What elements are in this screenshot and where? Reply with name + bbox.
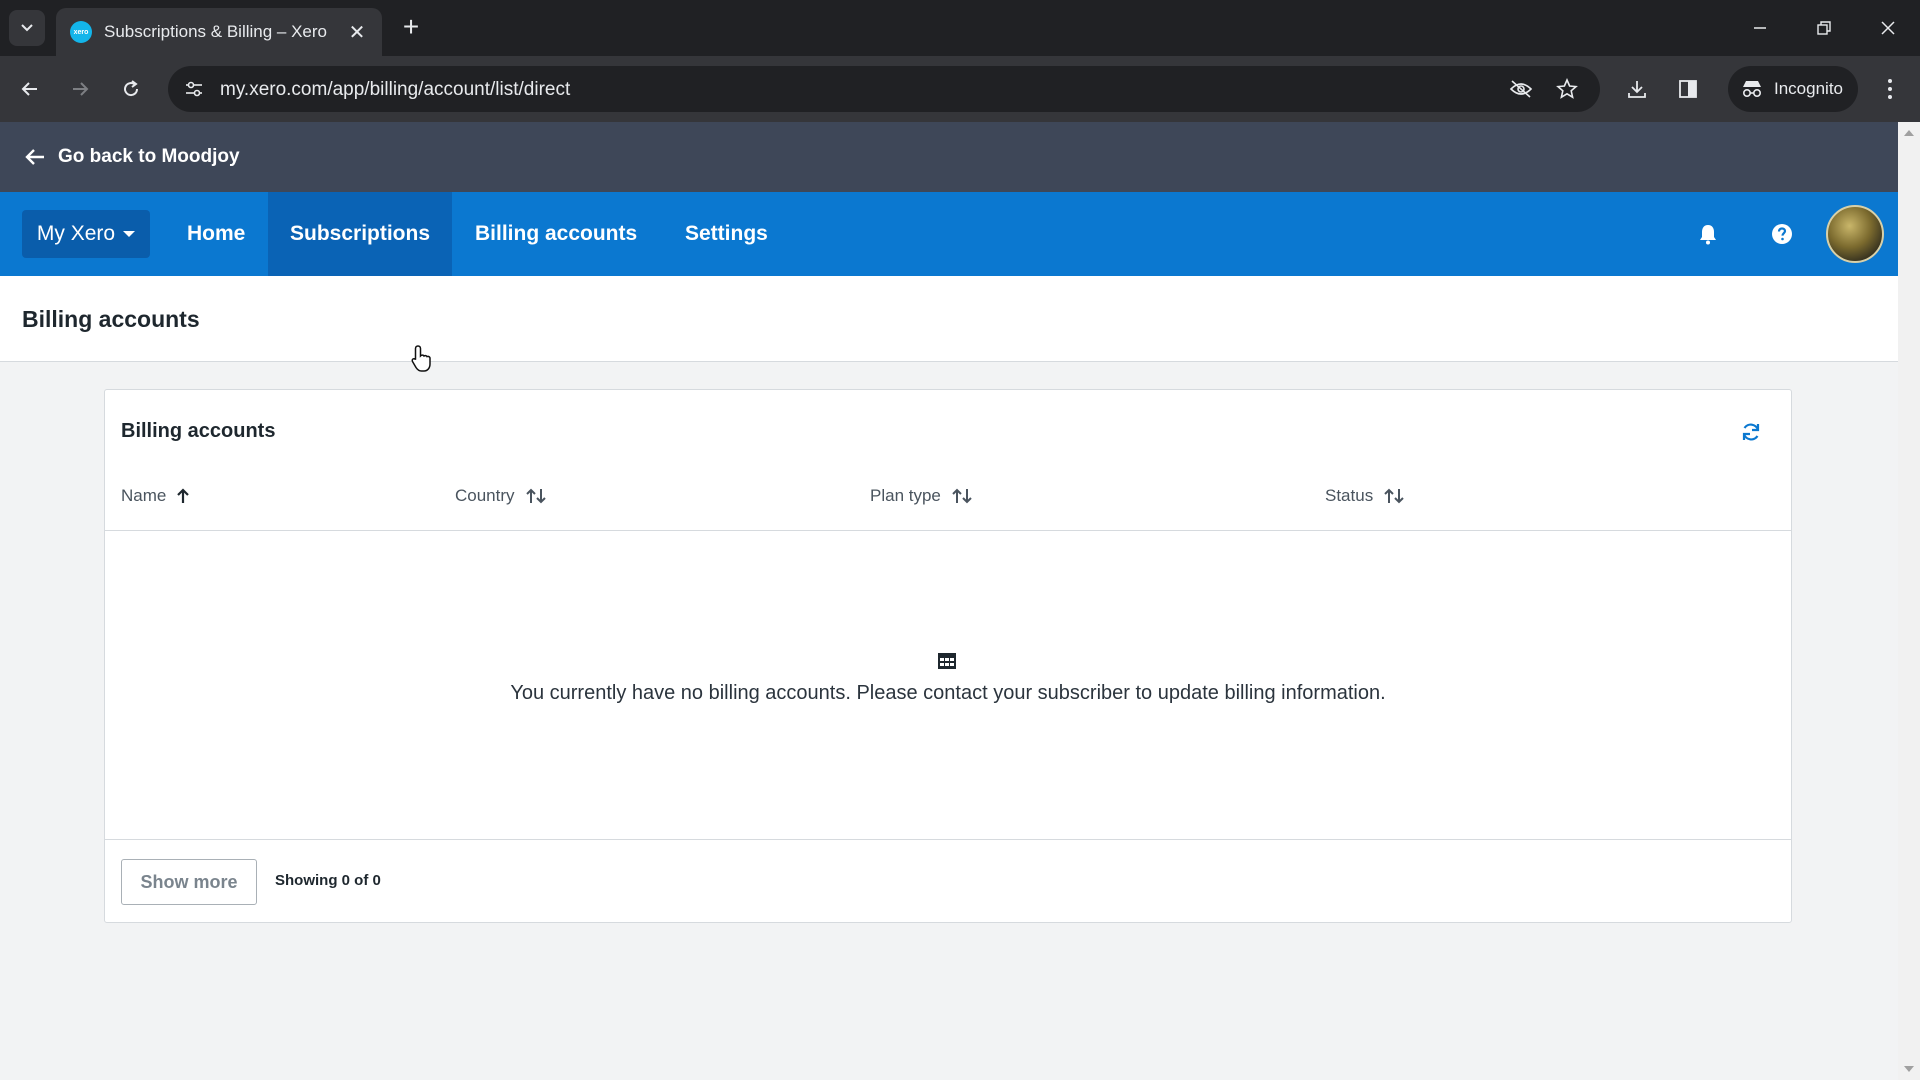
page-header: Billing accounts (0, 276, 1898, 362)
forward-arrow-icon[interactable] (62, 71, 98, 107)
caret-down-icon (123, 231, 136, 237)
star-bookmark-icon[interactable] (1553, 75, 1581, 103)
new-tab-plus-icon[interactable]: + (396, 12, 426, 42)
pagination-count: Showing 0 of 0 (275, 872, 381, 889)
user-avatar[interactable] (1826, 205, 1884, 263)
chevron-down-icon (21, 24, 33, 32)
scroll-down-arrow-icon[interactable] (1904, 1066, 1914, 1072)
url-text: my.xero.com/app/billing/account/list/dir… (220, 79, 571, 100)
column-header-name[interactable]: Name (121, 486, 190, 506)
window-minimize-icon[interactable] (1740, 10, 1780, 46)
window-close-icon[interactable] (1868, 10, 1908, 46)
site-info-icon[interactable] (180, 75, 208, 103)
tab-close-icon[interactable]: ✕ (346, 20, 368, 45)
browser-tab-active[interactable]: xero Subscriptions & Billing – Xero ✕ (56, 8, 382, 56)
my-xero-label: My Xero (36, 222, 116, 245)
column-label: Name (121, 486, 167, 505)
browser-tab-strip: xero Subscriptions & Billing – Xero ✕ + (0, 0, 1920, 56)
my-xero-menu[interactable]: My Xero (22, 210, 150, 258)
download-icon[interactable] (1620, 72, 1654, 106)
address-bar[interactable]: my.xero.com/app/billing/account/list/dir… (168, 66, 1600, 112)
main-nav: My Xero Home Subscriptions Billing accou… (0, 192, 1898, 276)
hand-pointer-cursor-icon (411, 345, 431, 372)
nav-home[interactable]: Home (165, 192, 267, 276)
nav-settings[interactable]: Settings (663, 192, 790, 276)
incognito-icon (1742, 81, 1762, 98)
nav-subscriptions[interactable]: Subscriptions (268, 192, 453, 276)
column-header-country[interactable]: Country (455, 486, 547, 506)
tab-title: Subscriptions & Billing – Xero (104, 22, 328, 41)
sort-arrows-icon (951, 487, 973, 505)
sort-arrows-icon (1383, 487, 1405, 505)
column-label: Status (1325, 486, 1374, 505)
arrow-left-icon (25, 149, 44, 165)
bell-icon[interactable] (1693, 219, 1723, 249)
page-viewport: Go back to Moodjoy My Xero Home Subscrip… (0, 122, 1898, 1080)
window-restore-icon[interactable] (1804, 10, 1844, 46)
footer-divider (105, 839, 1791, 840)
column-header-status[interactable]: Status (1325, 486, 1405, 506)
card-title: Billing accounts (121, 420, 276, 442)
nav-billing-accounts[interactable]: Billing accounts (453, 192, 659, 276)
back-link[interactable]: Go back to Moodjoy (58, 146, 240, 168)
billing-accounts-card: Billing accounts Name Country Plan type … (104, 389, 1792, 923)
column-header-plan-type[interactable]: Plan type (870, 486, 973, 506)
back-to-org-bar[interactable]: Go back to Moodjoy (0, 122, 1898, 192)
help-icon[interactable] (1767, 219, 1797, 249)
tab-search-button[interactable] (9, 10, 45, 46)
browser-menu-icon[interactable] (1876, 72, 1904, 106)
incognito-label: Incognito (1774, 79, 1843, 98)
back-arrow-icon[interactable] (12, 71, 48, 107)
page-title: Billing accounts (22, 306, 200, 332)
show-more-button[interactable]: Show more (121, 859, 257, 905)
xero-favicon-icon: xero (70, 21, 92, 43)
table-grid-icon (938, 653, 956, 669)
header-divider (105, 530, 1791, 531)
column-label: Country (455, 486, 515, 505)
refresh-icon[interactable] (1737, 418, 1765, 446)
scroll-up-arrow-icon[interactable] (1904, 130, 1914, 136)
eye-off-icon[interactable] (1507, 75, 1535, 103)
column-label: Plan type (870, 486, 941, 505)
browser-toolbar: my.xero.com/app/billing/account/list/dir… (0, 56, 1920, 122)
arrow-up-sort-icon (176, 487, 190, 505)
reload-icon[interactable] (113, 71, 149, 107)
side-panel-icon[interactable] (1671, 72, 1705, 106)
incognito-badge[interactable]: Incognito (1728, 66, 1858, 112)
page-scrollbar[interactable] (1898, 122, 1920, 1080)
empty-state-message: You currently have no billing accounts. … (510, 682, 1386, 704)
sort-arrows-icon (525, 487, 547, 505)
